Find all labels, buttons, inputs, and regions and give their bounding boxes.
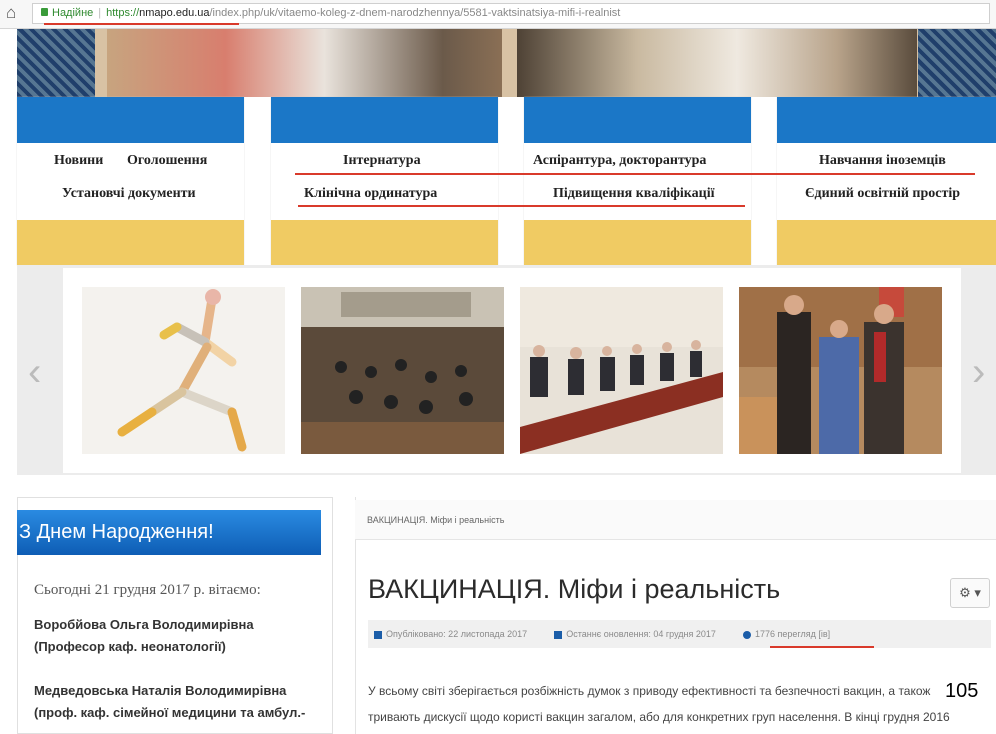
banner-photo: [107, 29, 502, 97]
person-entry[interactable]: Медведовська Наталія Володимирівна (проф…: [34, 680, 305, 724]
nav-link-internship[interactable]: Інтернатура: [343, 153, 421, 169]
sidebar-heading: З Днем Народження!: [17, 510, 321, 555]
calendar-icon: [374, 630, 382, 639]
url-protocol: https://: [106, 7, 140, 19]
article-body-line: У всьому світі зберігається розбіжність …: [368, 684, 931, 698]
nav-panel-1: Новини Оголошення Установчі документи: [17, 97, 244, 265]
article-body-line: тривають дискусії щодо користі вакцин за…: [368, 710, 950, 724]
nav-panel-3: Аспірантура, докторантура Підвищення ква…: [524, 97, 751, 265]
lecture-hall-image: [301, 287, 504, 454]
nav-link-foreigners[interactable]: Навчання іноземців: [819, 153, 946, 169]
nav-link-announcements[interactable]: Оголошення: [127, 153, 207, 169]
nav-panel-footer: [777, 220, 996, 265]
eye-icon: [742, 630, 751, 639]
home-icon[interactable]: ⌂: [6, 4, 24, 22]
published-date: Опубліковано: 22 листопада 2017: [386, 629, 528, 639]
annotation-underline: [44, 23, 239, 25]
nav-panel-footer: [524, 220, 751, 265]
person-name: Воробйова Ольга Володимирівна: [34, 617, 254, 632]
chevron-left-icon[interactable]: ‹: [28, 352, 41, 392]
nav-panel-header: [17, 97, 244, 143]
annotation-underline: [295, 173, 975, 175]
today-text: Сьогодні 21 грудня 2017 р. вітаємо:: [34, 582, 261, 598]
carousel-image[interactable]: [520, 287, 723, 454]
chevron-right-icon[interactable]: ›: [972, 352, 985, 392]
group-photo-image: [739, 287, 942, 454]
annotation-underline: [770, 646, 874, 648]
carousel-image[interactable]: [82, 287, 285, 454]
secure-label: Надійне: [52, 7, 94, 19]
nav-panel-4: Навчання іноземців Єдиний освітній прост…: [777, 97, 996, 265]
nav-link-clinical-residency[interactable]: Клінічна ординатура: [304, 186, 437, 202]
person-entry[interactable]: Воробйова Ольга Володимирівна (Професор …: [34, 614, 254, 658]
breadcrumb[interactable]: ВАКЦИНАЦІЯ. Міфи і реальність: [355, 500, 996, 540]
person-position: (Професор каф. неонатології): [34, 639, 226, 654]
nav-panel-footer: [271, 220, 498, 265]
slide-number: 105: [945, 680, 979, 702]
calendar-icon: [554, 630, 563, 639]
url-field[interactable]: Надійне | https://nmapo.edu.ua/index.php/u…: [32, 3, 990, 24]
lock-icon: [41, 8, 48, 17]
nav-link-postgraduate[interactable]: Аспірантура, докторантура: [533, 153, 706, 169]
nav-panel-header: [271, 97, 498, 143]
nav-panel-header: [777, 97, 996, 143]
gear-icon[interactable]: ⚙ ▾: [950, 578, 990, 608]
url-path: /index.php/uk/vitaemo-koleg-z-dnem-narod…: [209, 7, 621, 19]
nav-panel-footer: [17, 220, 244, 265]
nav-panel-header: [524, 97, 751, 143]
banner-photo: [517, 29, 917, 97]
url-host: nmapo.edu.ua: [139, 7, 210, 19]
separator: |: [98, 7, 102, 19]
pills-figure-image: [117, 289, 247, 452]
header-banner: [17, 29, 996, 97]
view-count: 1776 перегляд [ів]: [754, 629, 831, 639]
nav-link-news[interactable]: Новини: [54, 153, 103, 169]
nav-link-founding-docs[interactable]: Установчі документи: [62, 186, 196, 202]
nav-panel-2: Інтернатура Клінічна ординатура: [271, 97, 498, 265]
annotation-underline: [298, 205, 745, 207]
article-title: ВАКЦИНАЦІЯ. Міфи і реальність: [368, 574, 781, 604]
carousel-image[interactable]: [739, 287, 942, 454]
nav-link-qualification[interactable]: Підвищення кваліфікації: [553, 186, 715, 202]
person-name: Медведовська Наталія Володимирівна: [34, 683, 287, 698]
updated-date: Останнє оновлення: 04 грудня 2017: [566, 629, 716, 639]
carousel-image[interactable]: [301, 287, 504, 454]
meeting-room-image: [520, 287, 723, 454]
article-meta-bar: Опубліковано: 22 листопада 2017 Останнє …: [368, 620, 991, 648]
person-position: (проф. каф. сімейної медицини та амбул.-: [34, 705, 306, 720]
ornament-image: [17, 29, 95, 97]
nav-link-edu-space[interactable]: Єдиний освітній простір: [805, 186, 960, 202]
ornament-image: [918, 29, 996, 97]
